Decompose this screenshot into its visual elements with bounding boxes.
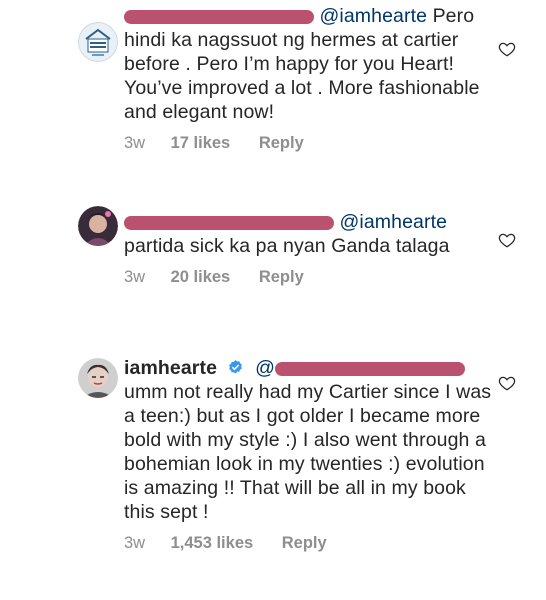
reply-button[interactable]: Reply <box>259 133 304 153</box>
mention-link[interactable]: @iamhearte <box>320 5 428 27</box>
heart-outline-icon[interactable] <box>498 40 516 58</box>
comment-text: @iamhearte partida sick ka pa nyan Ganda… <box>124 210 494 258</box>
reply-button[interactable]: Reply <box>259 267 304 287</box>
comment-time: 3w <box>124 134 146 152</box>
redacted-username <box>275 361 465 376</box>
redacted-username <box>124 9 314 24</box>
likes-count[interactable]: 1,453 likes <box>171 533 254 553</box>
heart-outline-icon[interactable] <box>498 231 516 249</box>
iamhearte-photo <box>78 358 118 398</box>
avatar[interactable] <box>78 358 118 398</box>
comment-time: 3w <box>124 268 146 286</box>
likes-count[interactable]: 20 likes <box>171 267 231 287</box>
user-photo <box>78 206 118 246</box>
comment-meta: 3w 1,453 likes Reply <box>124 533 494 553</box>
comment-meta: 3w 20 likes Reply <box>124 267 494 287</box>
redacted-username <box>124 215 334 230</box>
comment-body: umm not really had my Cartier since I wa… <box>124 381 492 523</box>
work-from-home-logo <box>78 22 118 62</box>
comment-text: @iamhearte Pero hindi ka nagssuot ng her… <box>124 4 494 124</box>
heart-outline-icon[interactable] <box>498 374 516 392</box>
mention-link[interactable]: @iamhearte <box>340 211 448 233</box>
comment-text: iamhearte @ umm not really had my Cartie… <box>124 356 494 524</box>
reply-button[interactable]: Reply <box>282 533 327 553</box>
comment-time: 3w <box>124 534 146 552</box>
avatar[interactable] <box>78 206 118 246</box>
comment-meta: 3w 17 likes Reply <box>124 133 494 153</box>
comment-body: partida sick ka pa nyan Ganda talaga <box>124 235 450 257</box>
likes-count[interactable]: 17 likes <box>171 133 231 153</box>
mention-link[interactable]: @ <box>255 357 275 379</box>
avatar[interactable] <box>78 22 118 62</box>
verified-badge-icon <box>228 360 242 374</box>
username[interactable]: iamhearte <box>124 357 217 379</box>
